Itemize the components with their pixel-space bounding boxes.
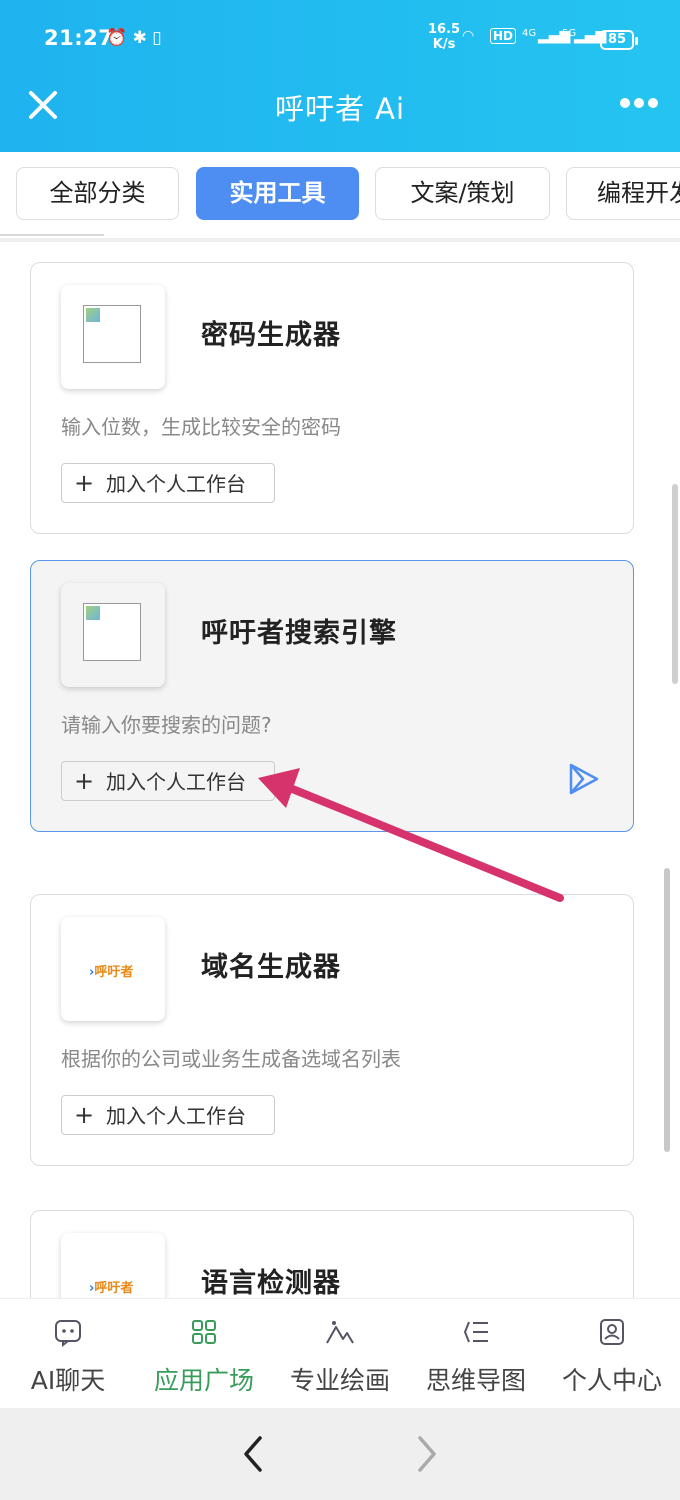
tool-title: 语言检测器	[201, 1268, 341, 1298]
tool-card-password-generator[interactable]: 密码生成器 输入位数，生成比较安全的密码 + 加入个人工作台	[30, 262, 634, 534]
huyuzhe-logo: ›呼吁者	[89, 965, 134, 980]
scrollbar[interactable]	[672, 484, 678, 684]
signal-4g-label: 4G	[522, 28, 537, 39]
network-speed: 16.5 K/s	[428, 22, 461, 52]
tool-card-search-engine[interactable]: 呼吁者搜索引擎 请输入你要搜索的问题? + 加入个人工作台	[30, 560, 634, 832]
tool-title: 域名生成器	[201, 952, 341, 983]
mindmap-icon	[463, 1321, 488, 1343]
add-to-workspace-button[interactable]: + 加入个人工作台	[61, 761, 275, 801]
chat-icon	[55, 1320, 81, 1347]
page-title: 呼吁者 Ai	[274, 92, 406, 126]
plus-icon: +	[73, 469, 95, 497]
nav-painting[interactable]: 专业绘画	[272, 1299, 408, 1409]
huyuzhe-logo: ›呼吁者	[89, 1281, 134, 1296]
tab-programming[interactable]: 编程开发	[566, 167, 680, 220]
back-arrow-icon[interactable]	[238, 1434, 268, 1474]
tool-title: 密码生成器	[201, 320, 341, 351]
send-icon[interactable]	[567, 761, 601, 797]
tool-thumbnail	[61, 285, 165, 389]
system-nav-bar	[0, 1408, 680, 1500]
tool-thumbnail: ›呼吁者	[61, 917, 165, 1021]
tool-list[interactable]: 密码生成器 输入位数，生成比较安全的密码 + 加入个人工作台 呼吁者搜索引擎 请输…	[0, 242, 680, 1298]
plus-icon: +	[73, 1101, 95, 1129]
bottom-navigation: AI聊天 应用广场 专业绘画 思维导图 个人中心	[0, 1298, 680, 1408]
nav-app-square[interactable]: 应用广场	[136, 1299, 272, 1409]
tab-scroll-indicator	[0, 234, 104, 236]
battery-indicator: 85	[600, 30, 638, 50]
grid-icon	[192, 1320, 216, 1344]
tab-copywriting[interactable]: 文案/策划	[375, 167, 550, 220]
alarm-bluetooth-icons: ⏰ ✱ ▯	[106, 28, 162, 48]
category-tabs: 全部分类 实用工具 文案/策划 编程开发	[0, 152, 680, 238]
tool-description: 根据你的公司或业务生成备选域名列表	[61, 1047, 401, 1071]
broken-image-icon	[83, 305, 141, 363]
tab-all-categories[interactable]: 全部分类	[16, 167, 179, 220]
forward-arrow-icon[interactable]	[412, 1434, 442, 1474]
hd-icon: HD	[490, 28, 517, 44]
nav-ai-chat[interactable]: AI聊天	[0, 1299, 136, 1409]
tab-utility-tools[interactable]: 实用工具	[196, 167, 359, 220]
tool-description: 输入位数，生成比较安全的密码	[61, 415, 341, 439]
status-bar: 21:27 ⏰ ✱ ▯ 16.5 K/s ◠ HD 4G ▂▄▆ 5G ▂▄▆ …	[0, 0, 680, 80]
wifi-icon: ◠	[462, 28, 475, 44]
tool-card-language-detector[interactable]: ›呼吁者 语言检测器	[30, 1210, 634, 1298]
broken-image-icon	[83, 603, 141, 661]
mountain-icon	[326, 1321, 354, 1344]
tool-description: 请输入你要搜索的问题?	[61, 713, 272, 737]
app-header: 21:27 ⏰ ✱ ▯ 16.5 K/s ◠ HD 4G ▂▄▆ 5G ▂▄▆ …	[0, 0, 680, 152]
add-to-workspace-button[interactable]: + 加入个人工作台	[61, 463, 275, 503]
nav-profile[interactable]: 个人中心	[544, 1299, 680, 1409]
nav-mind-map[interactable]: 思维导图	[408, 1299, 544, 1409]
status-time: 21:27	[44, 26, 114, 50]
tool-thumbnail: ›呼吁者	[61, 1233, 165, 1298]
tool-thumbnail	[61, 583, 165, 687]
profile-icon	[600, 1319, 624, 1345]
scrollbar-thumb[interactable]	[664, 868, 670, 1152]
plus-icon: +	[73, 767, 95, 795]
more-options-icon[interactable]	[620, 93, 662, 113]
tool-title: 呼吁者搜索引擎	[201, 618, 397, 649]
add-to-workspace-button[interactable]: + 加入个人工作台	[61, 1095, 275, 1135]
tool-card-domain-generator[interactable]: ›呼吁者 域名生成器 根据你的公司或业务生成备选域名列表 + 加入个人工作台	[30, 894, 634, 1166]
